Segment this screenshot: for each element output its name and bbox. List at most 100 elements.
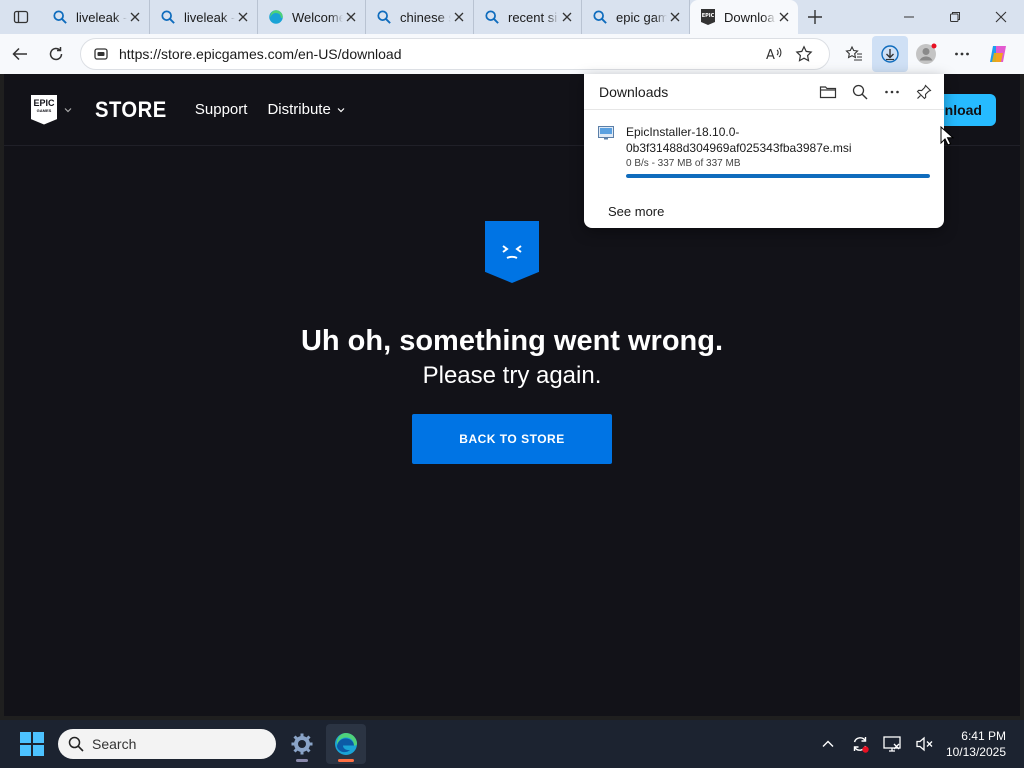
error-subtitle: Please try again. — [422, 362, 602, 389]
see-more-link[interactable]: See more — [608, 204, 664, 219]
tab-actions-icon — [13, 10, 29, 24]
downloads-more-button[interactable] — [876, 76, 908, 108]
tab-title: chinese s — [400, 9, 451, 25]
search-downloads-button[interactable] — [844, 76, 876, 108]
refresh-icon — [49, 47, 63, 61]
show-hidden-icons-button[interactable] — [812, 728, 844, 760]
close-icon — [238, 12, 248, 22]
profile-button[interactable] — [908, 36, 944, 72]
installer-file-icon — [598, 126, 614, 140]
plus-icon — [808, 10, 822, 24]
distribute-menu[interactable]: Distribute — [267, 101, 345, 118]
sync-status-icon[interactable] — [844, 728, 876, 760]
new-tab-button[interactable] — [798, 0, 832, 34]
browser-toolbar: A — [0, 34, 1024, 74]
distribute-label: Distribute — [267, 101, 331, 118]
system-tray: 6:41 PM 10/13/2025 — [812, 720, 1024, 768]
search-icon — [160, 9, 176, 25]
pin-button[interactable] — [908, 76, 940, 108]
minimize-icon — [904, 16, 914, 18]
favorites-icon — [845, 45, 862, 61]
open-folder-button[interactable] — [812, 76, 844, 108]
close-window-button[interactable] — [978, 0, 1024, 34]
tab-close-button[interactable] — [559, 9, 575, 25]
browser-tab[interactable]: Welcome — [258, 0, 366, 34]
downloads-title: Downloads — [599, 83, 669, 100]
minimize-button[interactable] — [886, 0, 932, 34]
tab-title: liveleak - — [76, 9, 127, 25]
favorites-button[interactable] — [836, 36, 872, 72]
downloads-header: Downloads — [584, 74, 944, 110]
arrow-left-icon — [12, 47, 27, 61]
active-indicator — [338, 759, 354, 762]
read-aloud-icon[interactable]: A — [759, 39, 789, 69]
tab-close-button[interactable] — [667, 9, 683, 25]
close-icon — [130, 12, 140, 22]
restore-icon — [950, 12, 960, 22]
taskbar-search[interactable] — [58, 729, 276, 759]
browser-tab[interactable]: recent si — [474, 0, 582, 34]
tab-title: epic gam — [616, 9, 667, 25]
epic-games-logo[interactable]: EPIC GAMES — [31, 94, 57, 125]
volume-muted-icon[interactable] — [908, 728, 940, 760]
download-progress-bar — [626, 174, 930, 178]
back-to-store-button[interactable]: BACK TO STORE — [412, 414, 612, 464]
clock-date: 10/13/2025 — [945, 745, 1006, 759]
browser-tab[interactable]: EPIC Downloa — [690, 0, 798, 34]
refresh-button[interactable] — [38, 36, 74, 72]
tab-close-button[interactable] — [235, 9, 251, 25]
pin-icon — [916, 84, 932, 99]
network-icon[interactable] — [876, 728, 908, 760]
browser-tab[interactable]: chinese s — [366, 0, 474, 34]
tab-close-button[interactable] — [451, 9, 467, 25]
gear-icon — [291, 733, 313, 755]
tab-title: Downloa — [724, 9, 775, 25]
settings-more-button[interactable] — [944, 36, 980, 72]
error-section: Uh oh, something went wrong. Please try … — [4, 221, 1020, 464]
site-info-icon[interactable] — [91, 46, 111, 62]
tab-close-button[interactable] — [127, 9, 143, 25]
chevron-down-icon — [337, 107, 345, 112]
browser-tab[interactable]: liveleak - — [42, 0, 150, 34]
search-icon — [52, 9, 68, 25]
browser-tab[interactable]: liveleak - — [150, 0, 258, 34]
windows-logo-pane — [33, 745, 44, 756]
running-indicator — [296, 759, 308, 762]
copilot-icon — [990, 46, 1006, 62]
download-progress-fill — [626, 174, 930, 178]
svg-text:A: A — [766, 48, 775, 63]
address-bar[interactable]: A — [80, 38, 830, 70]
svg-text:EPIC: EPIC — [702, 13, 715, 19]
url-input[interactable] — [119, 46, 759, 62]
taskbar-edge-app[interactable] — [326, 724, 366, 764]
search-icon — [376, 9, 392, 25]
close-icon — [562, 12, 572, 22]
search-icon — [852, 84, 868, 99]
chevron-down-icon[interactable] — [63, 105, 73, 115]
download-item[interactable]: EpicInstaller-18.10.0-0b3f31488d304969af… — [598, 124, 930, 178]
download-file-name[interactable]: EpicInstaller-18.10.0-0b3f31488d304969af… — [626, 124, 930, 156]
copilot-button[interactable] — [980, 36, 1016, 72]
close-icon — [779, 12, 789, 22]
taskbar-search-input[interactable] — [92, 736, 262, 752]
store-link[interactable]: STORE — [95, 97, 167, 123]
tab-actions-button[interactable] — [0, 0, 42, 34]
windows-logo-pane — [33, 732, 44, 743]
error-title: Uh oh, something went wrong. — [300, 325, 724, 357]
edge-icon — [268, 9, 284, 25]
folder-icon — [819, 85, 837, 98]
search-icon — [484, 9, 500, 25]
clock[interactable]: 6:41 PM 10/13/2025 — [946, 728, 1006, 760]
taskbar-settings-app[interactable] — [282, 724, 322, 764]
browser-tab[interactable]: epic gam — [582, 0, 690, 34]
restore-button[interactable] — [932, 0, 978, 34]
support-link[interactable]: Support — [195, 101, 248, 118]
back-button[interactable] — [2, 36, 38, 72]
start-button[interactable] — [20, 732, 44, 756]
tab-close-button[interactable] — [776, 9, 792, 25]
tab-close-button[interactable] — [343, 9, 359, 25]
windows-logo-icon — [20, 732, 31, 743]
chevron-up-icon — [822, 740, 834, 747]
favorite-star-icon[interactable] — [789, 39, 819, 69]
downloads-button[interactable] — [872, 36, 908, 72]
